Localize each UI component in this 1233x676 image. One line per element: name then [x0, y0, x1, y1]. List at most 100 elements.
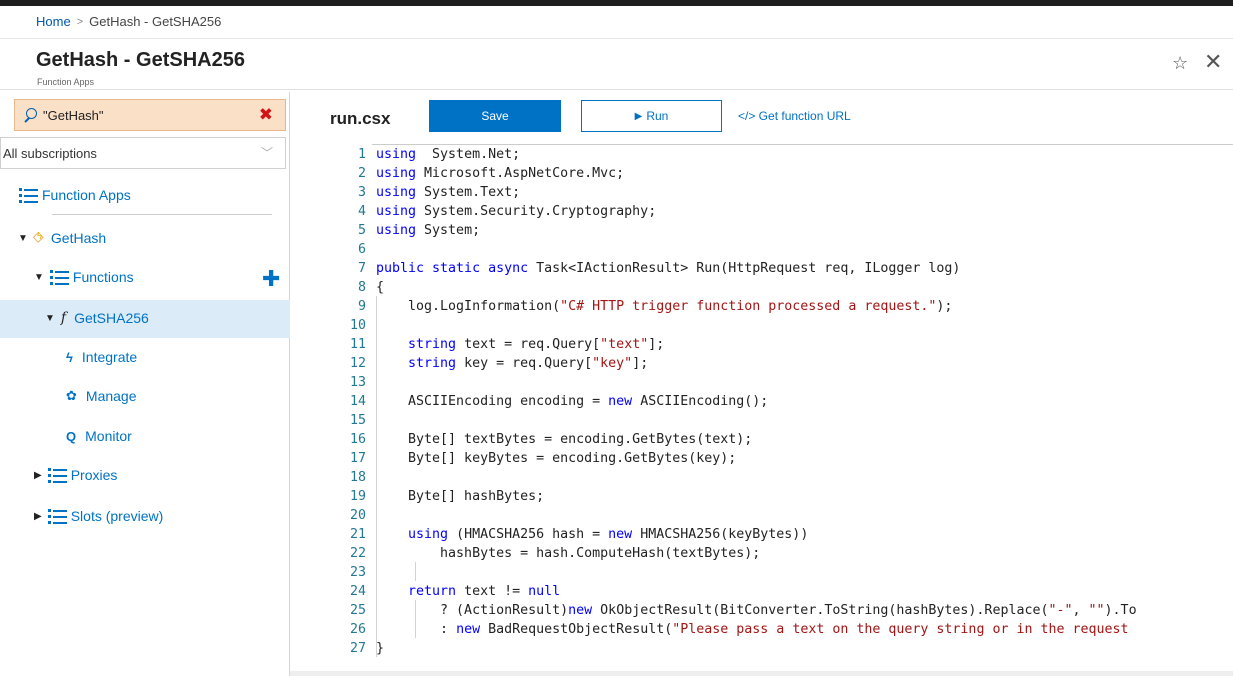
line-number: 16 — [349, 432, 366, 447]
code-token: "Please pass a text on the query string … — [672, 622, 1129, 637]
code-token: ]; — [632, 356, 649, 371]
line-number: 27 — [349, 641, 366, 656]
line-number: 10 — [349, 318, 366, 333]
code-token: new — [456, 622, 481, 637]
code-token: { — [376, 280, 385, 295]
code-line[interactable]: 2 using Microsoft.AspNetCore.Mvc; — [332, 164, 624, 183]
expand-icon[interactable]: ▼ — [18, 233, 28, 244]
save-button[interactable]: Save — [429, 100, 561, 132]
sidebar: "GetHash" ✖ All subscriptions ﹀ Function… — [0, 92, 290, 676]
sidebar-item-functions[interactable]: ▼ Functions — [34, 269, 134, 285]
code-line[interactable]: 7 public static async Task<IActionResult>… — [332, 259, 960, 278]
breadcrumb-home[interactable]: Home — [36, 14, 71, 29]
expand-icon[interactable]: ▼ — [34, 272, 44, 283]
line-number: 13 — [349, 375, 366, 390]
code-editor[interactable]: 1 using System.Net; 2 using Microsoft.AspNe… — [332, 144, 1233, 676]
sidebar-item-monitor[interactable]: Q Monitor — [66, 428, 132, 444]
code-line[interactable]: 13 — [332, 373, 376, 392]
code-line[interactable]: 14 ASCIIEncoding encoding = new ASCIIEnc… — [332, 392, 768, 411]
code-line[interactable]: 27} — [332, 639, 384, 658]
get-function-url-link[interactable]: </> Get function URL — [738, 109, 851, 123]
code-line[interactable]: 25 ? (ActionResult)new OkObjectResult(Bi… — [332, 601, 1137, 620]
code-line[interactable]: 23 — [332, 563, 376, 582]
code-token: using — [376, 166, 417, 181]
breadcrumb-current[interactable]: GetHash - GetSHA256 — [89, 14, 221, 29]
expand-icon[interactable]: ▼ — [45, 313, 55, 324]
close-icon[interactable]: ✕ — [1204, 49, 1222, 75]
code-line[interactable]: 22 hashBytes = hash.ComputeHash(textByte… — [332, 544, 760, 563]
list-icon — [49, 269, 70, 285]
line-number: 17 — [349, 451, 366, 466]
code-token: "C# HTTP trigger function processed a re… — [560, 299, 937, 314]
code-line[interactable]: 3 using System.Text; — [332, 183, 520, 202]
sidebar-item-slots[interactable]: ▶ Slots (preview) — [34, 508, 163, 524]
line-number: 25 — [349, 603, 366, 618]
code-line[interactable]: 8{ — [332, 278, 384, 297]
horizontal-scrollbar[interactable] — [290, 671, 1233, 676]
line-number: 6 — [357, 242, 366, 257]
sidebar-item-integrate[interactable]: ϟ Integrate — [66, 349, 137, 365]
sidebar-item-getsha256[interactable]: ▼ f GetSHA256 — [45, 310, 149, 326]
breadcrumb-separator: > — [76, 15, 84, 28]
top-bar — [0, 0, 1233, 6]
code-token: : — [376, 622, 457, 637]
search-input[interactable]: "GetHash" ✖ — [14, 99, 286, 131]
breadcrumb: Home > GetHash - GetSHA256 — [36, 14, 221, 29]
code-line[interactable]: 9 log.LogInformation("C# HTTP trigger fu… — [332, 297, 952, 316]
divider — [52, 214, 272, 215]
sidebar-item-manage[interactable]: ✿ Manage — [66, 388, 137, 404]
chevron-down-icon: ﹀ — [260, 146, 273, 160]
line-number: 11 — [349, 337, 366, 352]
code-line[interactable]: 24 return text != null — [332, 582, 560, 601]
code-token: HMACSHA256(keyBytes)) — [632, 527, 809, 542]
search-icon — [23, 108, 37, 122]
function-app-icon — [33, 228, 48, 245]
code-line[interactable]: 19 Byte[] hashBytes; — [332, 487, 544, 506]
add-function-icon[interactable]: ✚ — [262, 266, 280, 292]
code-line[interactable]: 12 string key = req.Query["key"]; — [332, 354, 648, 373]
code-line[interactable]: 15 — [332, 411, 376, 430]
code-line[interactable]: 10 — [332, 316, 376, 335]
code-token: } — [376, 641, 385, 656]
code-token: System.Text; — [416, 185, 521, 200]
code-line[interactable]: 17 Byte[] keyBytes = encoding.GetBytes(k… — [332, 449, 736, 468]
code-line[interactable]: 6 — [332, 240, 376, 259]
pin-icon[interactable]: ☆ — [1172, 53, 1188, 74]
code-token: text = req.Query[ — [456, 337, 601, 352]
line-number: 12 — [349, 356, 366, 371]
code-token: new — [608, 394, 633, 409]
code-token: "-" — [1048, 603, 1073, 618]
run-button[interactable]: ▶ Run — [581, 100, 722, 132]
code-token: ? (ActionResult) — [376, 603, 569, 618]
collapse-icon[interactable]: ▶ — [34, 470, 42, 481]
code-token: using — [376, 185, 417, 200]
function-icon: f — [60, 310, 67, 326]
code-line[interactable]: 26 : new BadRequestObjectResult("Please … — [332, 620, 1129, 639]
code-token: "text" — [600, 337, 649, 352]
code-line[interactable]: 16 Byte[] textBytes = encoding.GetBytes(… — [332, 430, 752, 449]
code-line[interactable]: 18 — [332, 468, 376, 487]
line-number: 20 — [349, 508, 366, 523]
line-number: 24 — [349, 584, 366, 599]
code-line[interactable]: 4 using System.Security.Cryptography; — [332, 202, 656, 221]
sidebar-item-gethash[interactable]: ▼ GetHash — [18, 228, 106, 246]
clear-search-icon[interactable]: ✖ — [259, 105, 273, 125]
collapse-icon[interactable]: ▶ — [34, 511, 42, 522]
line-number: 23 — [349, 565, 366, 580]
sidebar-item-proxies[interactable]: ▶ Proxies — [34, 467, 117, 483]
code-token: ).To — [1104, 603, 1137, 618]
list-icon — [19, 187, 39, 203]
code-token: text != — [456, 584, 529, 599]
code-line[interactable]: 5 using System; — [332, 221, 480, 240]
subscriptions-dropdown[interactable]: All subscriptions ﹀ — [0, 137, 286, 169]
code-line[interactable]: 21 using (HMACSHA256 hash = new HMACSHA2… — [332, 525, 808, 544]
code-token: System.Net; — [416, 147, 521, 162]
code-token: , — [1072, 603, 1089, 618]
code-line[interactable]: 1 using System.Net; — [332, 145, 520, 164]
code-line[interactable]: 11 string text = req.Query["text"]; — [332, 335, 664, 354]
code-token: string — [376, 337, 457, 352]
code-token: string — [376, 356, 457, 371]
code-token: null — [528, 584, 561, 599]
sidebar-item-function-apps[interactable]: Function Apps — [19, 187, 131, 203]
code-line[interactable]: 20 — [332, 506, 376, 525]
